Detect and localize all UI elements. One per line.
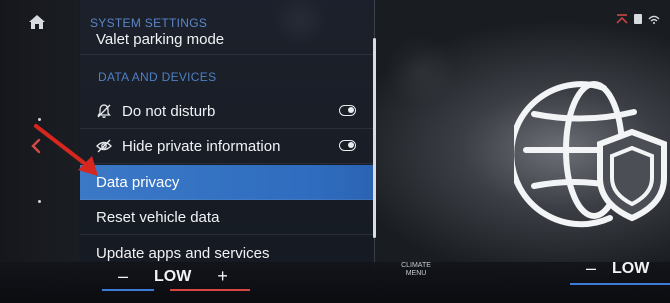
menu-item-label: Update apps and services [96,244,270,262]
signal-icon [616,14,628,24]
bluetooth-icon [634,14,642,24]
annotation-arrow-icon [34,124,98,176]
cool-indicator-bar [102,289,154,291]
wifi-icon [648,15,660,24]
status-icons [616,14,660,24]
driver-temp-decrease-button[interactable]: – [118,266,128,287]
menu-item-data-privacy[interactable]: Data privacy [80,165,374,200]
section-header: DATA AND DEVICES [98,70,217,84]
menu-item-label: Hide private information [122,137,281,155]
rail-dot [38,200,41,203]
settings-menu: SYSTEM SETTINGS Valet parking mode DATA … [80,0,375,270]
bell-off-icon [97,104,111,118]
climate-menu-button[interactable]: CLIMATE MENU [396,262,436,278]
home-icon[interactable] [28,14,46,30]
menu-item-valet-parking-mode[interactable]: Valet parking mode [80,24,374,55]
menu-item-label: Valet parking mode [96,30,225,48]
infotainment-screen: SYSTEM SETTINGS Valet parking mode DATA … [0,0,670,303]
passenger-temp-level: LOW [612,259,650,277]
passenger-temp-decrease-button[interactable]: – [586,258,596,279]
globe-shield-icon [514,81,667,228]
menu-item-label: Reset vehicle data [96,208,220,226]
menu-item-do-not-disturb[interactable]: Do not disturb [80,94,374,129]
passenger-temp-control: – LOW [586,258,649,279]
menu-item-reset-vehicle-data[interactable]: Reset vehicle data [80,200,374,235]
scrollbar[interactable] [373,38,376,238]
passenger-cool-indicator-bar [570,283,670,285]
driver-temp-level: LOW [154,267,192,285]
driver-temp-increase-button[interactable]: + [217,266,228,287]
warm-indicator-bar [170,289,250,291]
driver-temp-control: – LOW + [118,266,228,287]
menu-item-label: Do not disturb [122,102,216,120]
do-not-disturb-toggle[interactable] [339,105,356,116]
menu-item-hide-private-information[interactable]: Hide private information [80,129,374,164]
hide-private-information-toggle[interactable] [339,140,356,151]
